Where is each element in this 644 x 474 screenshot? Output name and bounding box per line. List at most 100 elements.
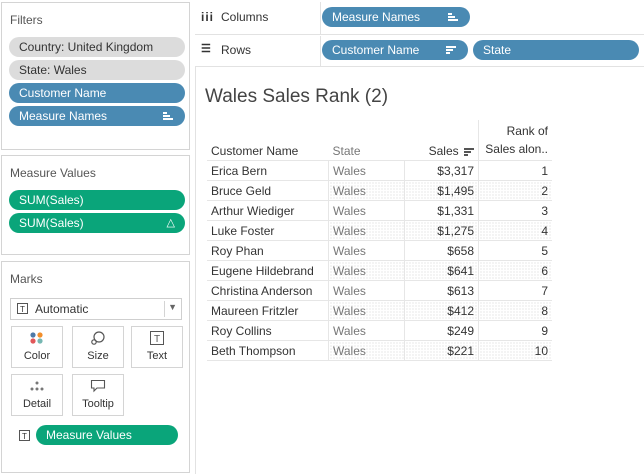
cell-customer-name[interactable]: Beth Thompson bbox=[207, 340, 329, 361]
measure-value-pill-sum-sales[interactable]: SUM(Sales) bbox=[9, 190, 185, 210]
cell-sales[interactable]: $221 bbox=[404, 340, 479, 361]
cell-sales[interactable]: $1,275 bbox=[404, 220, 479, 241]
marks-text-button[interactable]: T Text bbox=[131, 326, 183, 368]
cell-rank[interactable]: 3 bbox=[478, 200, 552, 221]
marks-detail-button[interactable]: Detail bbox=[11, 374, 63, 416]
table-row: Luke Foster Wales $1,275 4 bbox=[207, 220, 552, 241]
rows-pill-customer-name-label: Customer Name bbox=[332, 43, 420, 57]
cell-state[interactable]: Wales bbox=[328, 240, 405, 261]
svg-text:T: T bbox=[154, 334, 160, 345]
mark-type-dropdown[interactable]: T Automatic ▼ bbox=[10, 298, 182, 320]
header-rank[interactable]: Rank of Sales alon.. bbox=[478, 120, 552, 161]
sort-icon bbox=[464, 147, 474, 156]
cell-state[interactable]: Wales bbox=[328, 220, 405, 241]
cell-customer-name[interactable]: Bruce Geld bbox=[207, 180, 329, 201]
color-label: Color bbox=[23, 350, 51, 362]
crosstab-body: Erica Bern Wales $3,317 1 Bruce Geld Wales $1,… bbox=[207, 160, 552, 361]
cell-state[interactable]: Wales bbox=[328, 200, 405, 221]
cell-rank[interactable]: 8 bbox=[478, 300, 552, 321]
header-sales-label: Sales bbox=[428, 144, 459, 158]
header-rank-line2: Sales alon.. bbox=[485, 142, 548, 156]
columns-label: Columns bbox=[221, 10, 269, 24]
header-row: Customer Name State Sales Rank of Sales … bbox=[207, 120, 552, 161]
columns-shelf: iii Columns Measure Names bbox=[195, 2, 644, 35]
table-row: Christina Anderson Wales $613 7 bbox=[207, 280, 552, 301]
cell-rank[interactable]: 4 bbox=[478, 220, 552, 241]
cell-sales[interactable]: $613 bbox=[404, 280, 479, 301]
cell-state[interactable]: Wales bbox=[328, 300, 405, 321]
filter-pill-customer-name[interactable]: Customer Name bbox=[9, 83, 185, 103]
cell-customer-name[interactable]: Roy Collins bbox=[207, 320, 329, 341]
cell-state[interactable]: Wales bbox=[328, 340, 405, 361]
table-row: Roy Collins Wales $249 9 bbox=[207, 320, 552, 341]
cell-state[interactable]: Wales bbox=[328, 280, 405, 301]
cell-state[interactable]: Wales bbox=[328, 160, 405, 181]
table-row: Maureen Fritzler Wales $412 8 bbox=[207, 300, 552, 321]
header-customer-name[interactable]: Customer Name bbox=[207, 120, 329, 161]
filter-pill-country[interactable]: Country: United Kingdom bbox=[9, 37, 185, 57]
columns-pill-measure-names[interactable]: Measure Names bbox=[322, 7, 470, 27]
header-rank-line1: Rank of bbox=[506, 124, 548, 138]
filter-pill-state[interactable]: State: Wales bbox=[9, 60, 185, 80]
table-row: Bruce Geld Wales $1,495 2 bbox=[207, 180, 552, 201]
measure-value-pill-sum-sales-delta[interactable]: SUM(Sales) △ bbox=[9, 213, 185, 233]
table-row: Roy Phan Wales $658 5 bbox=[207, 240, 552, 261]
table-row: Arthur Wiediger Wales $1,331 3 bbox=[207, 200, 552, 221]
cell-rank[interactable]: 9 bbox=[478, 320, 552, 341]
cell-rank[interactable]: 6 bbox=[478, 260, 552, 281]
cell-sales[interactable]: $3,317 bbox=[404, 160, 479, 181]
color-icon bbox=[12, 330, 62, 350]
detail-icon bbox=[12, 378, 62, 398]
filter-pill-measure-names-label: Measure Names bbox=[19, 109, 108, 123]
cell-customer-name[interactable]: Christina Anderson bbox=[207, 280, 329, 301]
cell-rank[interactable]: 7 bbox=[478, 280, 552, 301]
mark-type-text-icon: T bbox=[17, 303, 28, 314]
cell-rank[interactable]: 10 bbox=[478, 340, 552, 361]
list-icon bbox=[448, 13, 458, 22]
crosstab-table: Customer Name State Sales Rank of Sales … bbox=[207, 120, 552, 361]
cell-rank[interactable]: 2 bbox=[478, 180, 552, 201]
filter-pill-measure-names[interactable]: Measure Names bbox=[9, 106, 185, 126]
cell-sales[interactable]: $1,331 bbox=[404, 200, 479, 221]
cell-customer-name[interactable]: Eugene Hildebrand bbox=[207, 260, 329, 281]
cell-rank[interactable]: 5 bbox=[478, 240, 552, 261]
filters-card: Filters Country: United Kingdom State: W… bbox=[1, 2, 190, 150]
cell-rank[interactable]: 1 bbox=[478, 160, 552, 181]
measure-values-card: Measure Values SUM(Sales) SUM(Sales) △ bbox=[1, 155, 190, 255]
cell-sales[interactable]: $1,495 bbox=[404, 180, 479, 201]
columns-pill-label: Measure Names bbox=[332, 10, 421, 24]
cell-sales[interactable]: $658 bbox=[404, 240, 479, 261]
cell-sales[interactable]: $641 bbox=[404, 260, 479, 281]
marks-field-text-icon: T bbox=[19, 430, 30, 441]
marks-tooltip-button[interactable]: Tooltip bbox=[72, 374, 124, 416]
marks-card: Marks T Automatic ▼ Color Size T Text De… bbox=[1, 261, 190, 473]
rows-pill-state[interactable]: State bbox=[473, 40, 639, 60]
cell-state[interactable]: Wales bbox=[328, 260, 405, 281]
cell-sales[interactable]: $412 bbox=[404, 300, 479, 321]
cell-customer-name[interactable]: Arthur Wiediger bbox=[207, 200, 329, 221]
marks-size-button[interactable]: Size bbox=[72, 326, 124, 368]
cell-customer-name[interactable]: Erica Bern bbox=[207, 160, 329, 181]
measure-values-title: Measure Values bbox=[10, 166, 96, 180]
cell-customer-name[interactable]: Roy Phan bbox=[207, 240, 329, 261]
header-state[interactable]: State bbox=[329, 120, 405, 161]
cell-customer-name[interactable]: Luke Foster bbox=[207, 220, 329, 241]
text-label: Text bbox=[146, 350, 168, 362]
header-sales[interactable]: Sales bbox=[405, 120, 479, 161]
columns-icon: iii bbox=[201, 10, 215, 24]
cell-state[interactable]: Wales bbox=[328, 180, 405, 201]
marks-title: Marks bbox=[10, 272, 43, 286]
marks-field-measure-values[interactable]: Measure Values bbox=[36, 425, 178, 445]
cell-sales[interactable]: $249 bbox=[404, 320, 479, 341]
rows-pill-customer-name[interactable]: Customer Name bbox=[322, 40, 468, 60]
rows-icon: ☰ bbox=[201, 43, 212, 55]
cell-state[interactable]: Wales bbox=[328, 320, 405, 341]
dropdown-divider bbox=[164, 301, 165, 317]
filter-list-icon bbox=[163, 112, 173, 121]
text-icon: T bbox=[132, 330, 182, 350]
marks-color-button[interactable]: Color bbox=[11, 326, 63, 368]
filters-title: Filters bbox=[10, 13, 43, 27]
tooltip-icon bbox=[73, 378, 123, 398]
cell-customer-name[interactable]: Maureen Fritzler bbox=[207, 300, 329, 321]
rows-shelf: ☰ Rows Customer Name State bbox=[195, 36, 644, 67]
